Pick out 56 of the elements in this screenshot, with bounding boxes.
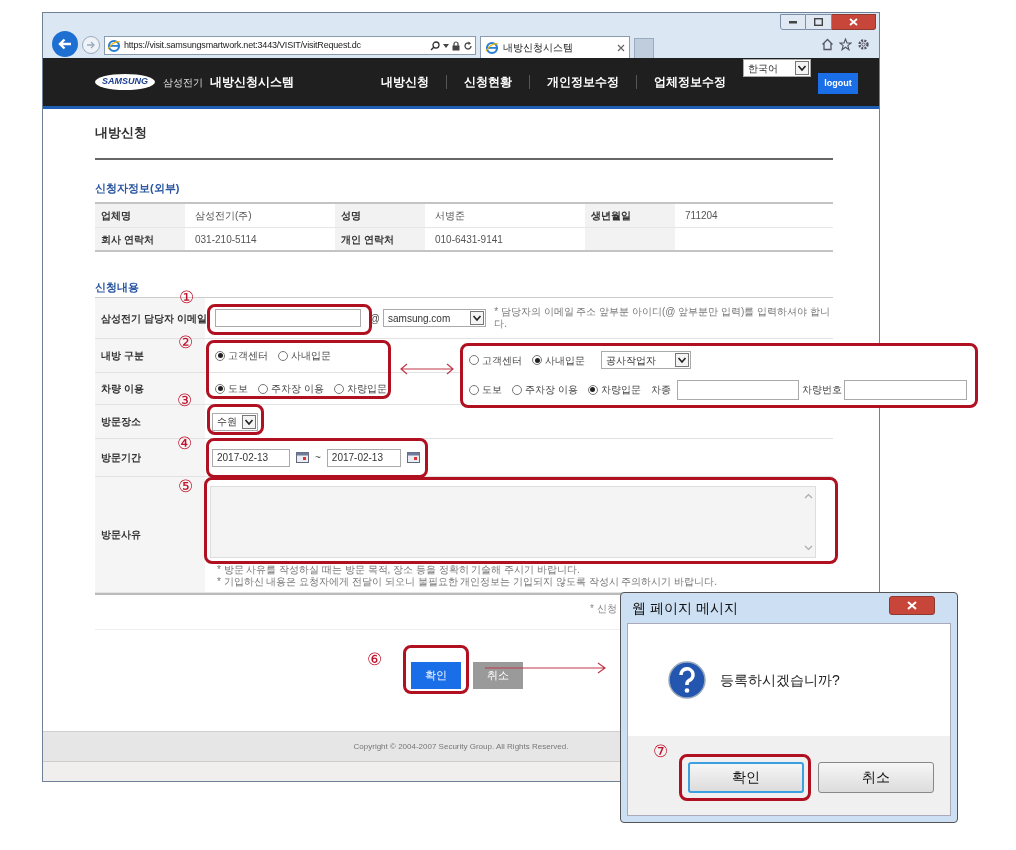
nav-link[interactable]: 신청현황: [446, 75, 529, 89]
page-title: 내방신청: [95, 125, 147, 140]
address-bar[interactable]: https://visit.samsungsmartwork.net:3443/VISIT/visitRequest.dc: [104, 36, 476, 55]
section-heading: 신청자정보(외부): [95, 181, 181, 196]
section-heading: 신청내용: [95, 280, 139, 295]
label-cell: 업체명: [95, 204, 185, 227]
copyright-text: Copyright © 2004-2007 Security Group. All Rights Reserved.: [353, 740, 569, 753]
label-cell: 생년월일: [585, 204, 675, 227]
value-cell-text: 삼성전기(주): [194, 209, 253, 223]
range-separator: ~: [315, 451, 321, 465]
step-number: ⑥: [367, 650, 382, 670]
field-label: 차량번호: [802, 383, 843, 398]
dropdown[interactable]: 한국어: [743, 59, 811, 77]
value-cell-text: 031-210-5114: [194, 232, 258, 247]
email-note: * 담당자의 이메일 주소 앞부분 아이디(@ 앞부분만 입력)를 입력하셔야 합니다.: [494, 306, 831, 330]
value-cell-text: 010-6431-9141: [434, 232, 504, 247]
radio-label[interactable]: 차량입문: [346, 381, 387, 396]
radio-label[interactable]: 도보: [482, 382, 502, 398]
radio-label[interactable]: 고객센터: [228, 348, 268, 363]
radio-label[interactable]: 사내입문: [291, 348, 331, 363]
hint-text: * 방문 사유를 작성하실 때는 방문 목적, 장소 등을 정확히 기술해 주시기 바랍니다.: [217, 564, 581, 576]
step-number: ⑤: [178, 477, 193, 497]
value-cell-text: 711204: [684, 209, 719, 223]
field-label: 차종: [650, 383, 671, 398]
dialog-message: 등록하시겠습니까?: [720, 670, 840, 690]
brand-name: 삼성전기: [163, 75, 203, 90]
confirm-button[interactable]: 확인: [411, 662, 461, 689]
radio-label[interactable]: 도보: [228, 381, 248, 396]
date-input[interactable]: 2017-02-13: [212, 448, 290, 467]
dialog-button[interactable]: 취소: [818, 762, 934, 793]
footnote: * 신청: [590, 603, 617, 615]
label-cell: 성명: [335, 204, 425, 227]
radio-label[interactable]: 사내입문: [545, 352, 585, 368]
hint-text: * 기입하신 내용은 요청자에게 전달이 되오니 불필요한 개인정보는 기입되지 않도록 작성시 주의하시기 바랍니다.: [217, 576, 718, 588]
browser-tab[interactable]: 내방신청시스템: [480, 36, 630, 58]
tab-title: 내방신청시스템: [503, 41, 573, 55]
radio-label[interactable]: 주차장 이용: [271, 381, 324, 396]
logout-button[interactable]: logout: [818, 73, 858, 94]
dropdown[interactable]: 공사작업자: [601, 351, 691, 370]
radio-label[interactable]: 차량입문: [600, 382, 641, 398]
system-title: 내방신청시스템: [210, 74, 294, 91]
step-number: ⑦: [653, 742, 668, 762]
date-input[interactable]: 2017-02-13: [326, 448, 401, 467]
radio-label[interactable]: 고객센터: [482, 352, 522, 368]
nav-link[interactable]: 개인정보수정: [529, 75, 636, 89]
label-cell: 개인 연락처: [335, 228, 425, 250]
nav-link[interactable]: 내방신청: [364, 75, 446, 89]
label-cell: 회사 연락처: [95, 228, 185, 250]
dropdown[interactable]: 수원: [212, 412, 258, 431]
address-text: https://visit.samsungsmartwork.net:3443/VISIT/visitRequest.dc: [124, 38, 361, 52]
value-cell-text: 서병준: [434, 209, 466, 223]
logo[interactable]: SAMSUNG: [95, 74, 155, 90]
dropdown[interactable]: samsung.com: [383, 309, 487, 327]
dialog-title: 웹 페이지 메시지: [632, 598, 738, 618]
radio-label[interactable]: 주차장 이용: [525, 382, 578, 398]
dialog-button[interactable]: 확인: [688, 762, 804, 793]
